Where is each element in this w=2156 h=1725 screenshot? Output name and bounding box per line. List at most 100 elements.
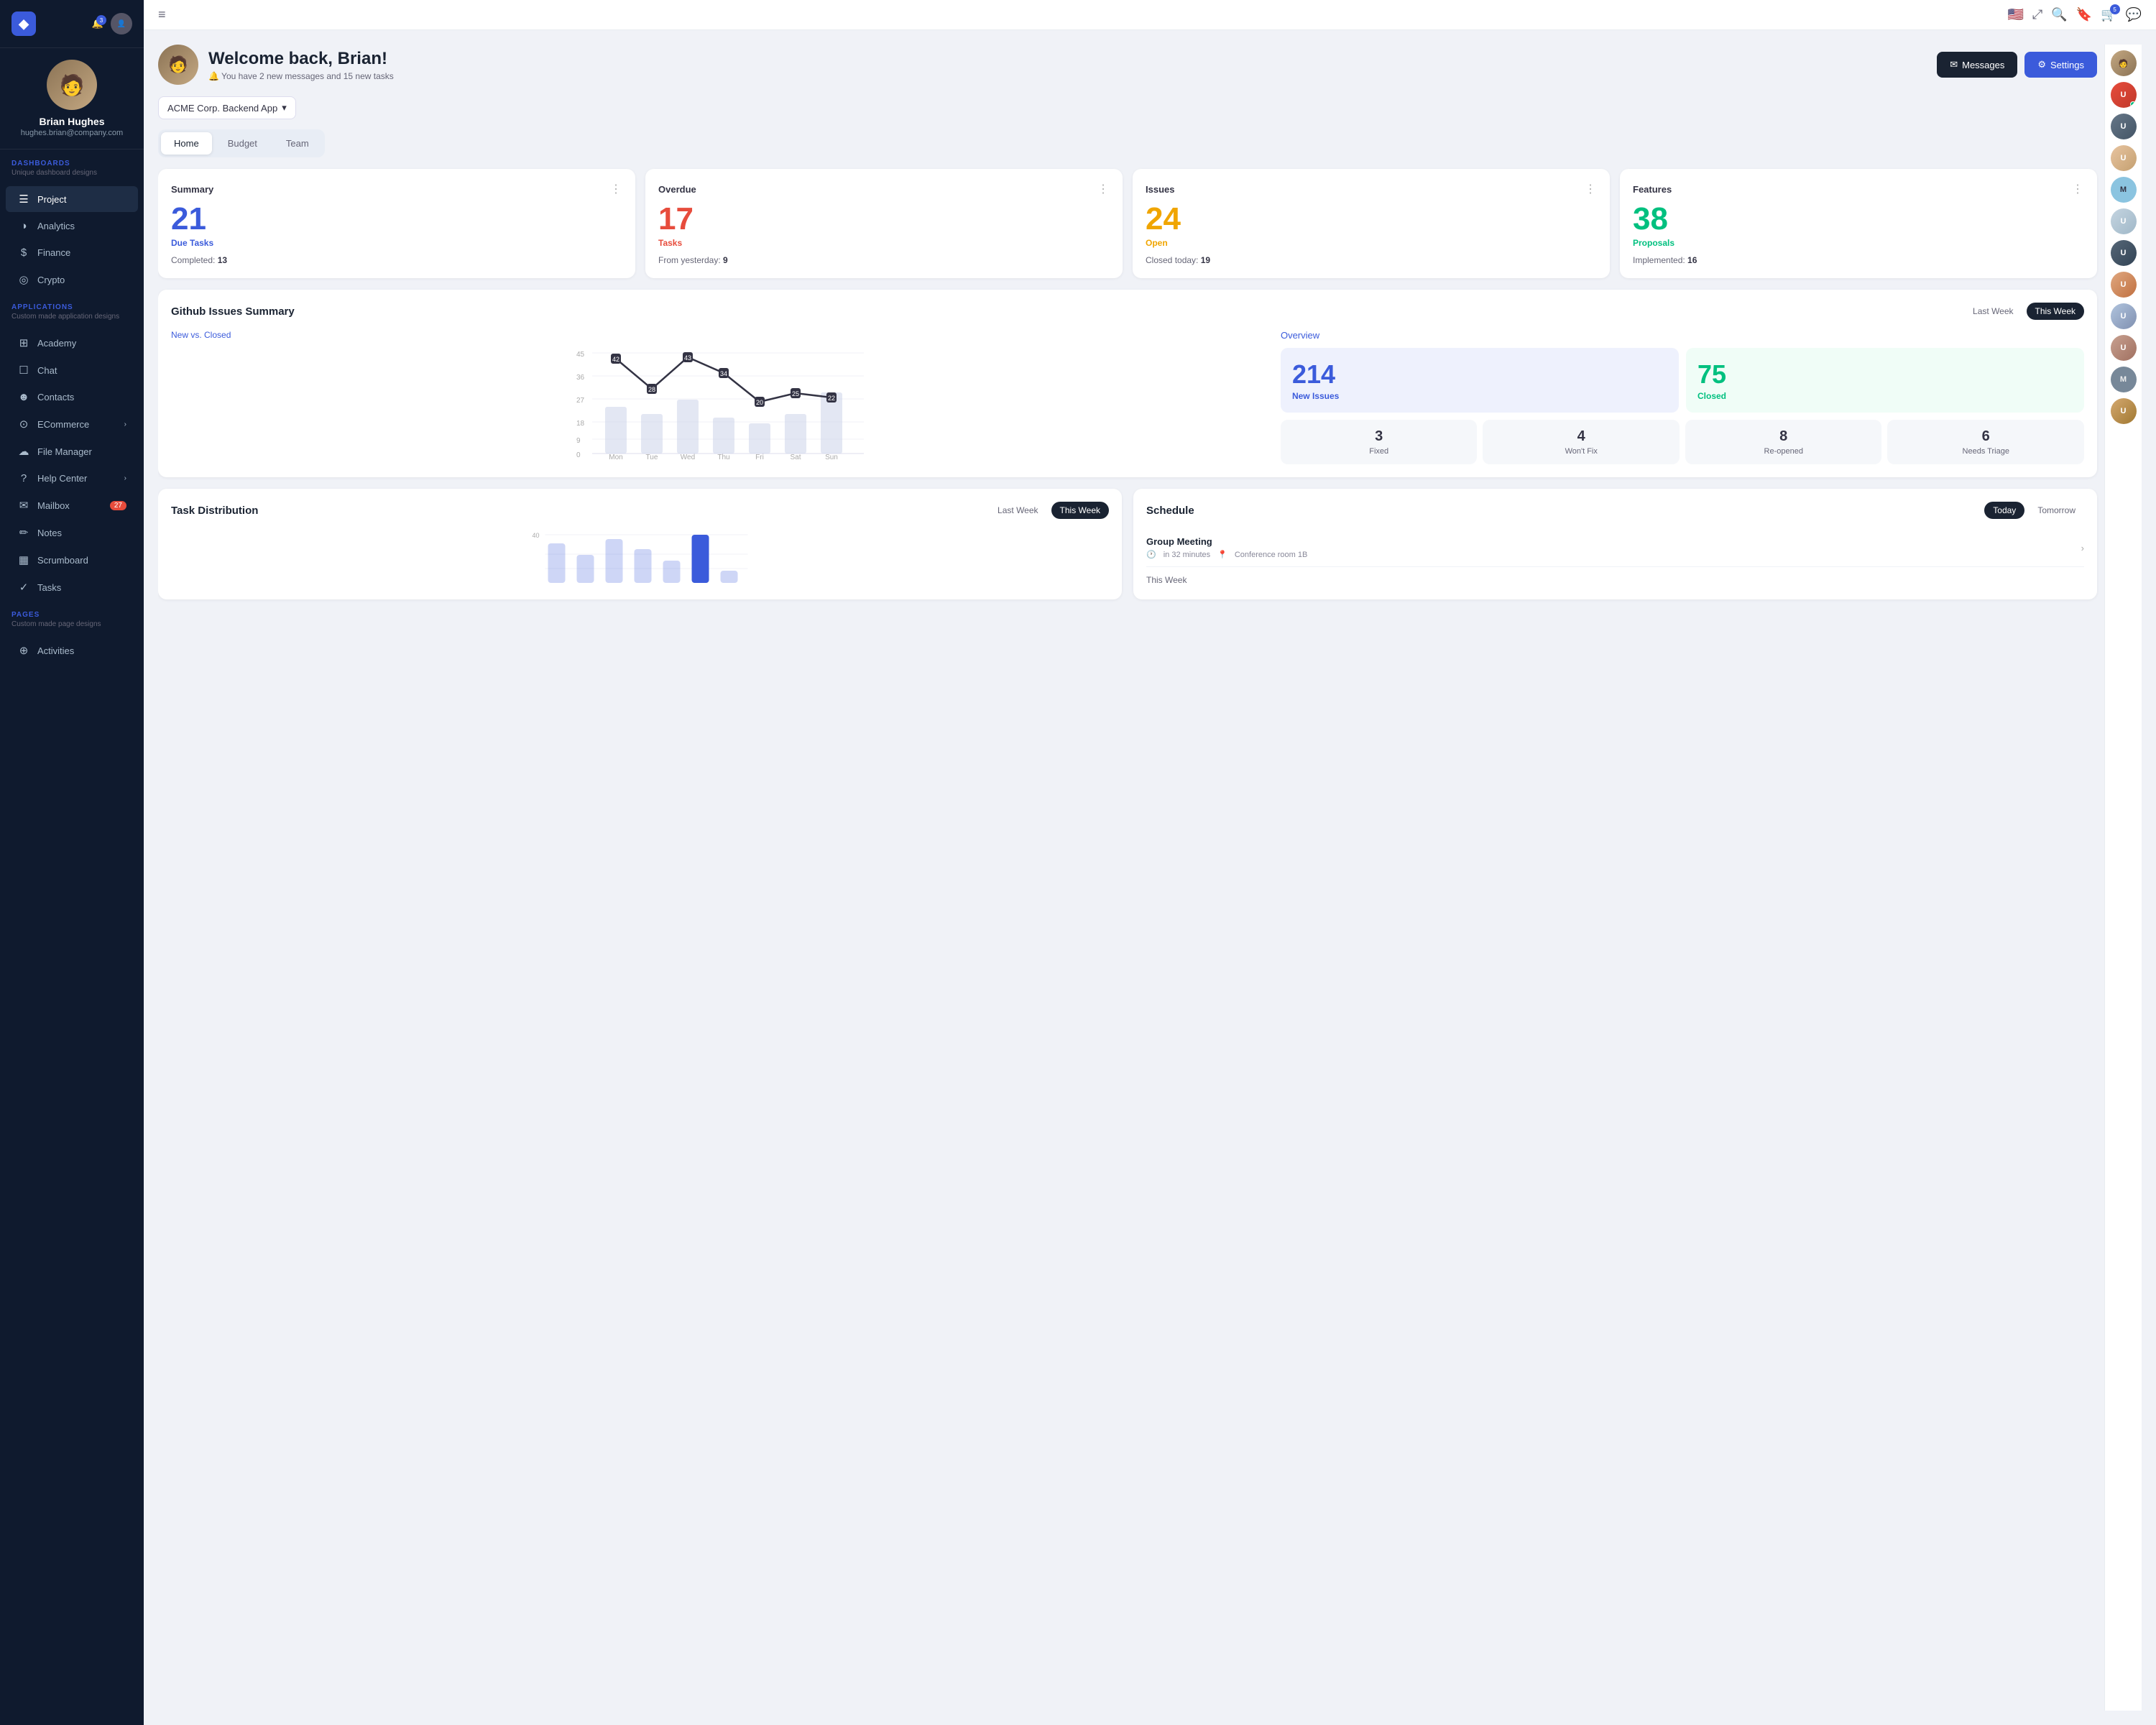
sidebar-item-chat[interactable]: ☐ Chat bbox=[6, 357, 138, 383]
sidebar-item-notes[interactable]: ✏ Notes bbox=[6, 520, 138, 546]
github-last-week-btn[interactable]: Last Week bbox=[1964, 303, 2022, 320]
schedule-item-meta: 🕐 in 32 minutes 📍 Conference room 1B bbox=[1146, 550, 1307, 559]
tab-home[interactable]: Home bbox=[161, 132, 212, 155]
task-dist-last-week-btn[interactable]: Last Week bbox=[989, 502, 1046, 519]
issues-card-footer: Closed today: 19 bbox=[1146, 255, 1597, 265]
rs-avatar-8[interactable]: U bbox=[2111, 303, 2137, 329]
dashboards-section-sub: Unique dashboard designs bbox=[11, 169, 132, 177]
task-dist-svg: 40 bbox=[171, 529, 1109, 586]
issues-card: Issues ⋮ 24 Open Closed today: 19 bbox=[1133, 169, 1610, 278]
sidebar-item-project[interactable]: ☰ Project bbox=[6, 186, 138, 212]
reopened-box: 8 Re-opened bbox=[1685, 420, 1882, 464]
flag-icon[interactable]: 🇺🇸 bbox=[2007, 7, 2023, 22]
rs-avatar-m1[interactable]: M bbox=[2111, 177, 2137, 203]
sidebar-item-ecommerce[interactable]: ⊙ ECommerce › bbox=[6, 411, 138, 437]
sidebar-item-activities[interactable]: ⊕ Activities bbox=[6, 638, 138, 663]
features-card-menu[interactable]: ⋮ bbox=[2072, 182, 2084, 196]
rs-avatar-4[interactable]: U bbox=[2111, 145, 2137, 171]
finance-icon: $ bbox=[17, 247, 30, 259]
tab-budget[interactable]: Budget bbox=[215, 132, 270, 155]
svg-text:Mon: Mon bbox=[609, 454, 622, 461]
sidebar-item-analytics[interactable]: ◑ Analytics bbox=[6, 213, 138, 239]
sidebar-item-tasks[interactable]: ✓ Tasks bbox=[6, 574, 138, 600]
issues-chart: 45 36 27 18 9 0 bbox=[171, 346, 1269, 461]
notification-bell[interactable]: 🔔 3 bbox=[92, 18, 103, 29]
svg-text:40: 40 bbox=[533, 532, 540, 539]
sidebar-item-project-label: Project bbox=[37, 194, 66, 205]
rs-avatar-m2[interactable]: M bbox=[2111, 367, 2137, 392]
project-selector-label: ACME Corp. Backend App bbox=[167, 103, 277, 114]
overdue-card-menu[interactable]: ⋮ bbox=[1097, 182, 1110, 196]
issues-card-menu[interactable]: ⋮ bbox=[1585, 182, 1597, 196]
github-title: Github Issues Summary bbox=[171, 305, 295, 318]
rs-avatar-3[interactable]: U bbox=[2111, 114, 2137, 139]
sidebar-item-finance[interactable]: $ Finance bbox=[6, 240, 138, 265]
schedule-day-buttons: Today Tomorrow bbox=[1984, 502, 2084, 519]
menu-icon[interactable]: ≡ bbox=[158, 7, 166, 22]
schedule-tomorrow-btn[interactable]: Tomorrow bbox=[2029, 502, 2084, 519]
this-week-label-area: This Week bbox=[1146, 574, 2084, 585]
issues-card-header: Issues ⋮ bbox=[1146, 182, 1597, 196]
analytics-icon: ◑ bbox=[17, 220, 30, 232]
chart-label: New vs. Closed bbox=[171, 330, 1269, 340]
ecommerce-icon: ⊙ bbox=[17, 418, 30, 431]
sidebar-item-contacts[interactable]: ☻ Contacts bbox=[6, 385, 138, 410]
sidebar-item-finance-label: Finance bbox=[37, 247, 70, 258]
schedule-item-chevron[interactable]: › bbox=[2081, 543, 2084, 553]
task-dist-header: Task Distribution Last Week This Week bbox=[171, 502, 1109, 519]
notes-icon: ✏ bbox=[17, 526, 30, 539]
search-icon[interactable]: 🔍 bbox=[2051, 7, 2067, 22]
sidebar-item-academy[interactable]: ⊞ Academy bbox=[6, 330, 138, 356]
sidebar-item-helpcenter[interactable]: ? Help Center › bbox=[6, 466, 138, 491]
summary-card-label: Due Tasks bbox=[171, 238, 622, 248]
sidebar-item-mailbox[interactable]: ✉ Mailbox 27 bbox=[6, 492, 138, 518]
fixed-box: 3 Fixed bbox=[1281, 420, 1478, 464]
rs-avatar-1[interactable]: 🧑 bbox=[2111, 50, 2137, 76]
sidebar-user-avatar-small[interactable]: 👤 bbox=[111, 13, 132, 34]
schedule-time-icon: 🕐 bbox=[1146, 550, 1156, 559]
logo-icon[interactable]: ◆ bbox=[11, 12, 36, 36]
overdue-footer-val: 9 bbox=[723, 255, 728, 265]
summary-cards: Summary ⋮ 21 Due Tasks Completed: 13 Ove… bbox=[158, 169, 2097, 278]
summary-card-header: Summary ⋮ bbox=[171, 182, 622, 196]
svg-text:Sat: Sat bbox=[790, 454, 801, 461]
tab-team[interactable]: Team bbox=[273, 132, 322, 155]
task-dist-this-week-btn[interactable]: This Week bbox=[1051, 502, 1109, 519]
new-issues-value: 214 bbox=[1292, 359, 1667, 390]
rs-avatar-2[interactable]: U bbox=[2111, 82, 2137, 108]
svg-text:Sun: Sun bbox=[825, 454, 838, 461]
main-area: ≡ 🇺🇸 ⤢ 🔍 🔖 🛒5 💬 🧑 Welcome back, Brian! 🔔 bbox=[144, 0, 2156, 1725]
sidebar-item-scrumboard[interactable]: ▦ Scrumboard bbox=[6, 547, 138, 573]
rs-avatar-9[interactable]: U bbox=[2111, 335, 2137, 361]
helpcenter-chevron: › bbox=[124, 474, 126, 482]
github-body: New vs. Closed 45 36 27 18 9 0 bbox=[171, 330, 2084, 464]
overdue-card-value: 17 bbox=[658, 203, 1110, 235]
fullscreen-icon[interactable]: ⤢ bbox=[2032, 7, 2042, 22]
bookmark-icon[interactable]: 🔖 bbox=[2076, 7, 2092, 22]
pages-section-sub: Custom made page designs bbox=[11, 620, 132, 628]
summary-card-menu[interactable]: ⋮ bbox=[610, 182, 622, 196]
sidebar-item-crypto[interactable]: ◎ Crypto bbox=[6, 267, 138, 293]
messages-topbar-icon[interactable]: 💬 bbox=[2126, 7, 2142, 22]
github-this-week-btn[interactable]: This Week bbox=[2027, 303, 2084, 320]
sidebar-item-mailbox-label: Mailbox bbox=[37, 500, 70, 511]
rs-avatar-10[interactable]: U bbox=[2111, 398, 2137, 424]
issues-footer-text: Closed today: bbox=[1146, 255, 1198, 265]
content-area: 🧑 Welcome back, Brian! 🔔 You have 2 new … bbox=[144, 30, 2156, 1725]
rs-avatar-5[interactable]: U bbox=[2111, 208, 2137, 234]
rs-avatar-6[interactable]: U bbox=[2111, 240, 2137, 266]
overview-label: Overview bbox=[1281, 330, 2084, 341]
closed-issues-value: 75 bbox=[1697, 359, 2073, 390]
schedule-today-btn[interactable]: Today bbox=[1984, 502, 2024, 519]
svg-text:34: 34 bbox=[720, 370, 727, 377]
project-selector[interactable]: ACME Corp. Backend App ▾ bbox=[158, 96, 296, 119]
messages-btn-label: Messages bbox=[1962, 60, 2004, 70]
sidebar-item-filemanager[interactable]: ☁ File Manager bbox=[6, 438, 138, 464]
overview-bottom: 3 Fixed 4 Won't Fix 8 Re-opened bbox=[1281, 420, 2084, 464]
messages-button[interactable]: ✉ Messages bbox=[1937, 52, 2017, 78]
settings-button[interactable]: ⚙ Settings bbox=[2024, 52, 2097, 78]
rs-avatar-7[interactable]: U bbox=[2111, 272, 2137, 298]
activities-icon: ⊕ bbox=[17, 644, 30, 657]
overdue-card: Overdue ⋮ 17 Tasks From yesterday: 9 bbox=[645, 169, 1123, 278]
cart-icon[interactable]: 🛒5 bbox=[2101, 7, 2116, 22]
